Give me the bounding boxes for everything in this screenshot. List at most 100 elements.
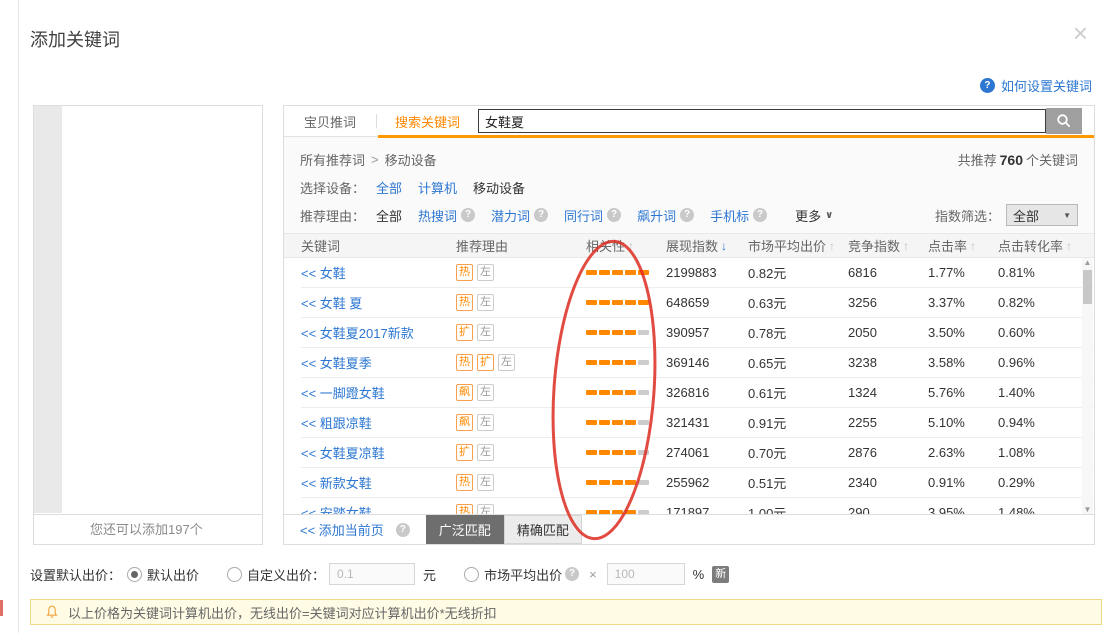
sort-up-icon[interactable]: ↑ [970,239,976,253]
table-row[interactable]: << 一脚蹬女鞋飙左3268160.61元13245.76%1.40% [301,378,1094,408]
relevance-bars [586,420,666,425]
table-row[interactable]: << 女鞋 夏热左6486590.63元32563.37%0.82% [301,288,1094,318]
percent-sign: % [693,567,705,582]
reason-badge-左: 左 [477,324,494,341]
broad-match-button[interactable]: 广泛匹配 [426,515,504,544]
relevance-segment [586,450,597,455]
keyword-link[interactable]: << 女鞋 夏 [301,293,456,312]
col-header-点击转化率[interactable]: 点击转化率↑ [998,236,1094,255]
table-row[interactable]: << 女鞋夏2017新款扩左3909570.78元20503.50%0.60% [301,318,1094,348]
keyword-link[interactable]: << 女鞋夏季 [301,353,456,372]
reason-badge-左: 左 [477,444,494,461]
col-header-竞争指数[interactable]: 竞争指数↑ [848,236,928,255]
scroll-up-icon[interactable]: ▲ [1082,258,1093,268]
background-red-mark [0,600,3,616]
table-row[interactable]: << 女鞋夏季热扩左3691460.65元32383.58%0.96% [301,348,1094,378]
index-filter-dropdown[interactable]: 全部 ▼ [1006,204,1078,226]
help-question-icon[interactable]: ? [753,208,767,222]
relevance-segment [638,270,649,275]
sort-down-icon[interactable]: ↓ [721,239,727,253]
reason-filter-option[interactable]: 同行词? [564,206,621,225]
reason-badges: 热左 [456,294,586,311]
col-header-展现指数[interactable]: 展现指数↓ [666,236,748,255]
search-button[interactable] [1046,108,1082,134]
breadcrumb-root[interactable]: 所有推荐词 [300,150,365,169]
market-bid-radio[interactable] [464,567,479,582]
search-icon [1055,112,1073,130]
reason-badge-热: 热 [456,264,473,281]
device-filter-option[interactable]: 全部 [376,178,402,197]
add-page-help-icon[interactable]: ? [396,523,410,537]
table-header-row: 关键词推荐理由相关性↑展现指数↓市场平均出价↑竞争指数↑点击率↑点击转化率↑ [284,233,1094,258]
table-row[interactable]: << 安踏女鞋热左1718971.00元2903.95%1.48% [301,498,1094,515]
col-header-相关性[interactable]: 相关性↑ [586,236,666,255]
device-filter-option[interactable]: 移动设备 [473,178,525,197]
sort-up-icon[interactable]: ↑ [628,239,634,253]
exact-match-button[interactable]: 精确匹配 [504,515,582,544]
custom-bid-radio[interactable] [227,567,242,582]
close-icon[interactable]: × [1073,20,1088,46]
keyword-link[interactable]: << 粗跟凉鞋 [301,413,456,432]
reason-filter-option[interactable]: 热搜词? [418,206,475,225]
col-header-市场平均出价[interactable]: 市场平均出价↑ [748,236,848,255]
table-row[interactable]: << 女鞋热左21998830.82元68161.77%0.81% [301,258,1094,288]
reason-badge-左: 左 [477,384,494,401]
sort-up-icon[interactable]: ↑ [829,239,835,253]
reason-filter-option[interactable]: 潜力词? [491,206,548,225]
keyword-link[interactable]: << 女鞋 [301,263,456,282]
reason-badge-左: 左 [477,474,494,491]
keyword-link[interactable]: << 女鞋夏凉鞋 [301,443,456,462]
col-header-点击率[interactable]: 点击率↑ [928,236,998,255]
table-row[interactable]: << 新款女鞋热左2559620.51元23400.91%0.29% [301,468,1094,498]
cell-cvr: 0.96% [998,355,1094,370]
device-filter-row: 选择设备： 全部计算机移动设备 [300,173,1078,201]
default-bid-option-label: 默认出价 [147,565,199,584]
cell-competition: 2340 [848,475,928,490]
tab-search-keyword[interactable]: 搜索关键词 [377,112,478,131]
table-row[interactable]: << 粗跟凉鞋飙左3214310.91元22555.10%0.94% [301,408,1094,438]
reason-badge-左: 左 [477,294,494,311]
cell-avg_price: 0.61元 [748,383,848,402]
relevance-segment [625,450,636,455]
sort-up-icon[interactable]: ↑ [1066,239,1072,253]
relevance-segment [638,360,649,365]
col-header-推荐理由[interactable]: 推荐理由 [456,236,586,255]
relevance-bars [586,270,666,275]
search-input[interactable] [478,109,1046,133]
scrollbar[interactable]: ▲ ▼ [1082,258,1093,515]
more-filters-button[interactable]: 更多 ∨ [795,206,833,225]
breadcrumb-current: 移动设备 [385,150,437,169]
relevance-segment [586,480,597,485]
keyword-link[interactable]: << 女鞋夏2017新款 [301,323,456,342]
custom-bid-input[interactable] [329,563,415,585]
help-question-icon[interactable]: ? [461,208,475,222]
relevance-segment [612,420,623,425]
reason-filter-option[interactable]: 手机标? [710,206,767,225]
col-header-关键词[interactable]: 关键词 [301,236,456,255]
add-current-page-link[interactable]: << 添加当前页 [300,520,384,539]
relevance-segment [599,450,610,455]
keyword-link[interactable]: << 一脚蹬女鞋 [301,383,456,402]
bell-icon [44,604,60,620]
col-header-label: 展现指数 [666,236,718,255]
tab-item-recommend[interactable]: 宝贝推词 [284,112,376,131]
cell-ctr: 3.58% [928,355,998,370]
sort-up-icon[interactable]: ↑ [903,239,909,253]
device-filter-option[interactable]: 计算机 [418,178,457,197]
help-question-icon[interactable]: ? [534,208,548,222]
cell-ctr: 1.77% [928,265,998,280]
scrollbar-thumb[interactable] [1083,270,1092,304]
help-question-icon[interactable]: ? [680,208,694,222]
relevance-segment [599,390,610,395]
default-bid-radio[interactable] [127,567,142,582]
help-link[interactable]: ? 如何设置关键词 [980,76,1092,95]
keyword-link[interactable]: << 新款女鞋 [301,473,456,492]
table-row[interactable]: << 女鞋夏凉鞋扩左2740610.70元28762.63%1.08% [301,438,1094,468]
cell-ctr: 0.91% [928,475,998,490]
reason-filter-option[interactable]: 飙升词? [637,206,694,225]
market-bid-help-icon[interactable]: ? [565,567,579,581]
reason-badge-扩: 扩 [456,324,473,341]
reason-filter-option[interactable]: 全部 [376,206,402,225]
help-question-icon[interactable]: ? [607,208,621,222]
market-percent-input[interactable] [607,563,685,585]
